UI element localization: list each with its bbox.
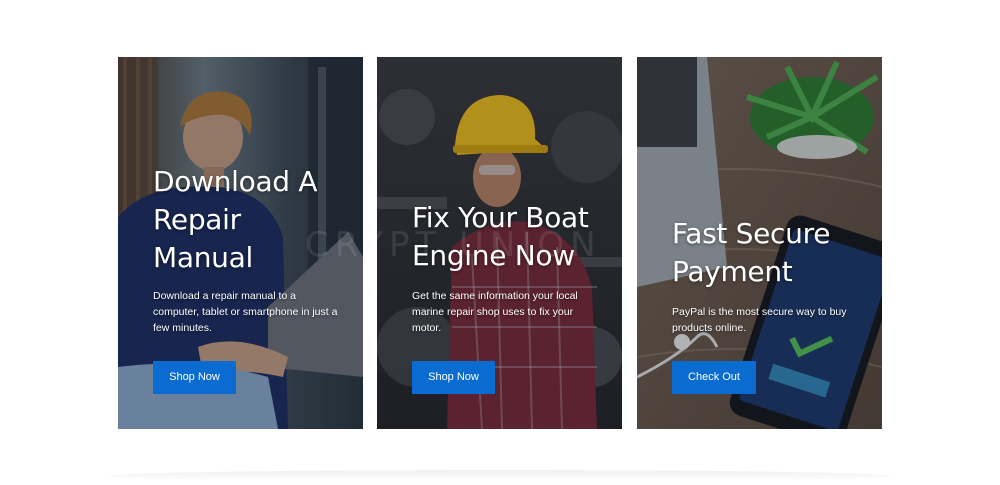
page: Download A Repair Manual Download a repa… — [0, 0, 1000, 485]
card-fix-boat-engine: Fix Your Boat Engine Now Get the same in… — [377, 57, 622, 429]
section-divider-shadow — [110, 470, 890, 482]
card-title: Fast Secure Payment — [672, 217, 831, 288]
shop-now-button[interactable]: Shop Now — [153, 361, 236, 394]
check-out-button[interactable]: Check Out — [672, 361, 756, 394]
card-description: Download a repair manual to a computer, … — [153, 290, 338, 334]
promo-cards: Download A Repair Manual Download a repa… — [118, 57, 882, 429]
card-secure-payment: Fast Secure Payment PayPal is the most s… — [637, 57, 882, 429]
card-title: Fix Your Boat Engine Now — [412, 201, 589, 272]
card-description: PayPal is the most secure way to buy pro… — [672, 306, 847, 334]
shop-now-button[interactable]: Shop Now — [412, 361, 495, 394]
card-download-manual: Download A Repair Manual Download a repa… — [118, 57, 363, 429]
card-description: Get the same information your local mari… — [412, 290, 578, 334]
card-title: Download A Repair Manual — [153, 165, 318, 274]
